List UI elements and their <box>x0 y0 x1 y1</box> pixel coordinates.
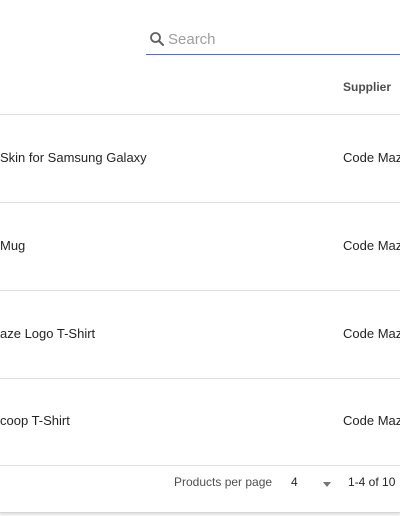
search-input[interactable] <box>168 27 388 51</box>
supplier-cell: Code Maz <box>343 150 400 165</box>
supplier-cell: Code Maz <box>343 413 400 428</box>
product-name-cell: aze Logo T-Shirt <box>0 326 96 341</box>
page-range-label: 1-4 of 10 <box>348 475 396 489</box>
product-name-cell: Mug <box>0 238 26 253</box>
table-row[interactable]: aze Logo T-Shirt Code Maz <box>0 291 400 379</box>
supplier-cell: Code Maz <box>343 238 400 253</box>
table-header-row: Supplier <box>0 60 400 115</box>
table-row[interactable]: coop T-Shirt Code Maz <box>0 378 400 466</box>
search-icon <box>150 32 164 46</box>
page-size-label: Products per page <box>174 475 273 489</box>
column-header-supplier[interactable]: Supplier <box>343 80 391 94</box>
product-name-cell: Skin for Samsung Galaxy <box>0 150 147 165</box>
chevron-down-icon <box>323 482 331 487</box>
table-row[interactable]: Mug Code Maz <box>0 203 400 291</box>
table-toolbar <box>0 0 400 60</box>
table-row[interactable]: Skin for Samsung Galaxy Code Maz <box>0 115 400 203</box>
page-size-value: 4 <box>291 475 298 489</box>
search-field[interactable] <box>146 24 400 55</box>
page-size-select[interactable]: 4 <box>289 472 335 496</box>
product-name-cell: coop T-Shirt <box>0 413 70 428</box>
paginator: Products per page 4 1-4 of 10 <box>0 466 400 512</box>
supplier-cell: Code Maz <box>343 326 400 341</box>
products-table-card: Supplier Skin for Samsung Galaxy Code Ma… <box>0 0 400 513</box>
